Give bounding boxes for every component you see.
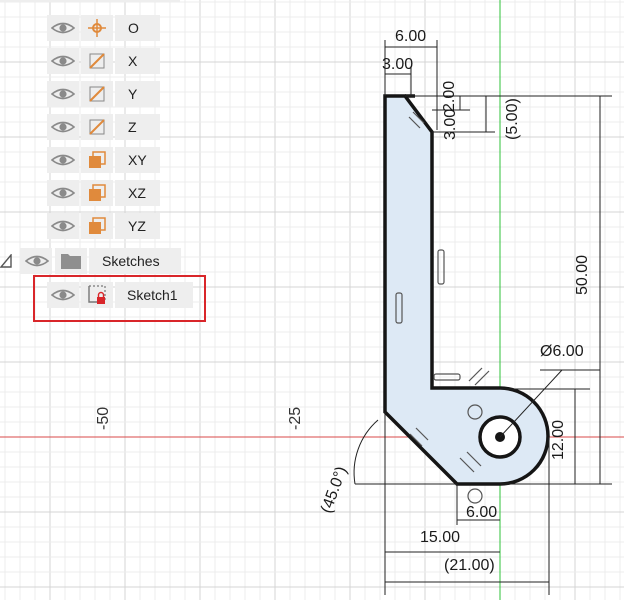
browser-item-y[interactable]: Y — [0, 81, 200, 107]
dim-5-00-ref[interactable]: (5.00) — [504, 98, 521, 140]
folder-icon — [60, 251, 81, 271]
axis-icon — [87, 51, 107, 71]
sketch-profile[interactable] — [383, 94, 550, 486]
origin-row-partial — [0, 0, 180, 2]
browser-item-z[interactable]: Z — [0, 114, 200, 140]
browser-item-label: XZ — [128, 185, 146, 201]
eye-icon[interactable] — [50, 152, 76, 168]
eye-icon[interactable] — [50, 218, 76, 234]
plane-icon — [87, 183, 107, 203]
expand-triangle-icon[interactable] — [0, 254, 12, 268]
browser-item-label: XY — [128, 152, 147, 168]
eye-icon[interactable] — [24, 253, 50, 269]
browser-item-x[interactable]: X — [0, 48, 200, 74]
dim-50-00[interactable]: 50.00 — [574, 255, 591, 295]
eye-icon[interactable] — [50, 86, 76, 102]
plane-icon — [87, 216, 107, 236]
axis-icon — [87, 117, 107, 137]
dim-6-00-bottom[interactable]: 6.00 — [466, 505, 497, 521]
eye-icon[interactable] — [50, 53, 76, 69]
browser-item-label: Z — [128, 119, 137, 135]
dim-21-00-ref[interactable]: (21.00) — [444, 558, 495, 574]
dim-12-00[interactable]: 12.00 — [550, 420, 567, 460]
axis-icon — [87, 84, 107, 104]
origin-point-icon — [87, 18, 107, 38]
dim-3-00-top[interactable]: 3.00 — [382, 57, 413, 73]
label-cell — [115, 114, 160, 140]
browser-item-xy[interactable]: XY — [0, 147, 200, 173]
folder-label: Sketches — [102, 253, 160, 269]
plane-icon — [87, 150, 107, 170]
dim-diameter-6-00[interactable]: Ø6.00 — [540, 344, 584, 360]
browser-item-label: X — [128, 53, 138, 69]
browser-item-xz[interactable]: XZ — [0, 180, 200, 206]
eye-icon[interactable] — [50, 119, 76, 135]
browser-folder-sketches[interactable]: Sketches — [0, 248, 200, 274]
browser-item-label: Y — [128, 86, 138, 102]
browser-item-o[interactable]: O — [0, 15, 200, 41]
dim-2-00[interactable]: 2.00 — [441, 81, 458, 112]
dim-3-00-side[interactable]: 3.00 — [442, 109, 459, 140]
grid-label-minus50: -50 — [95, 406, 112, 430]
label-cell — [115, 81, 160, 107]
browser-item-label: YZ — [128, 218, 146, 234]
dim-15-00[interactable]: 15.00 — [420, 530, 460, 546]
eye-icon[interactable] — [50, 20, 76, 36]
browser-item-label: O — [128, 20, 139, 36]
sketch-highlight-box — [33, 275, 206, 322]
browser-item-yz[interactable]: YZ — [0, 213, 200, 239]
grid-label-minus25: -25 — [287, 406, 304, 430]
label-cell — [115, 48, 160, 74]
eye-icon[interactable] — [50, 185, 76, 201]
dim-6-00-top[interactable]: 6.00 — [395, 29, 426, 45]
